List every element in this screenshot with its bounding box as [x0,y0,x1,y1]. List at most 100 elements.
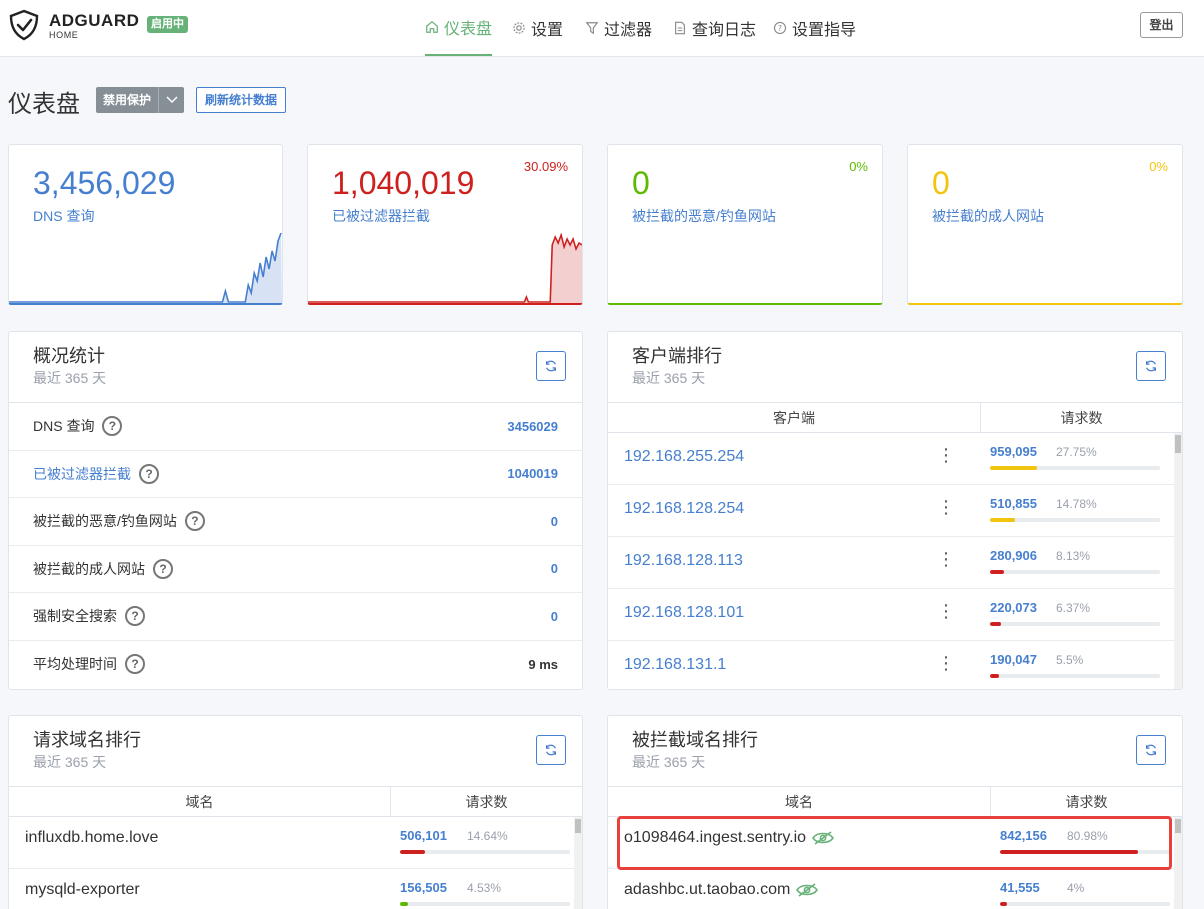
top-header: ADGUARD HOME 启用中 仪表盘 设置 过滤器 查询日志 ? 设置指导 … [0,0,1204,57]
row-value[interactable]: 0 [551,561,558,576]
request-count[interactable]: 506,101 [400,828,447,843]
scrollbar-thumb[interactable] [1175,435,1181,453]
row-label: 被拦截的成人网站 [33,560,145,577]
nav-filters[interactable]: 过滤器 [585,0,652,56]
request-count[interactable]: 280,906 [990,548,1037,563]
progress-bar [1000,902,1170,906]
table-header: 域名 请求数 [608,787,1182,817]
client-ip-link[interactable]: 192.168.255.254 [624,448,744,466]
brand-subtitle: HOME [49,30,79,40]
client-ip-link[interactable]: 192.168.128.254 [624,500,744,518]
request-count[interactable]: 190,047 [990,652,1037,667]
help-icon[interactable]: ? [125,654,145,675]
logout-button[interactable]: 登出 [1140,12,1183,38]
table-row: 192.168.128.113 ⋮ 280,906 8.13% [608,537,1182,589]
progress-fill [990,466,1038,470]
request-count[interactable]: 41,555 [1000,880,1040,895]
summary-row-malware: 被拦截的恶意/钓鱼网站? 0 [9,498,582,546]
domain-name[interactable]: mysqld-exporter [25,881,140,899]
request-count[interactable]: 959,095 [990,444,1037,459]
refresh-icon [546,744,556,756]
eye-off-icon[interactable] [796,882,819,898]
stat-value: 0 [632,165,650,201]
help-icon[interactable]: ? [184,511,205,532]
gear-icon [513,22,525,34]
column-header-domain[interactable]: 域名 [608,787,991,816]
client-ip-link[interactable]: 192.168.128.101 [624,604,744,622]
blocked-domain-name[interactable]: adashbc.ut.taobao.com [624,881,790,899]
request-percent: 5.5% [1056,653,1084,667]
table-row: 192.168.128.101 ⋮ 220,073 6.37% [608,589,1182,641]
filtered-sparkline [308,233,582,303]
summary-row-adult: 被拦截的成人网站? 0 [9,546,582,593]
stat-percent: 0% [849,159,868,174]
refresh-icon [1146,360,1156,372]
table-row: 192.168.131.1 ⋮ 190,047 5.5% [608,641,1182,689]
scrollbar[interactable] [1174,817,1182,909]
refresh-button[interactable] [1136,735,1166,765]
domains-table: 域名 请求数 influxdb.home.love 506,101 14.64% my… [9,786,582,909]
adguard-shield-logo[interactable] [8,9,40,41]
refresh-button[interactable] [1136,351,1166,381]
request-percent: 6.37% [1056,601,1091,615]
scrollbar-thumb[interactable] [1175,819,1181,833]
column-header-domain[interactable]: 域名 [9,787,391,816]
summary-row-avg-time: 平均处理时间? 9 ms [9,641,582,689]
disable-protection-label: 禁用保护 [103,93,152,107]
row-value[interactable]: 0 [551,514,558,529]
panel-subtitle: 最近 365 天 [33,370,107,386]
help-icon[interactable]: ? [125,606,145,627]
refresh-button[interactable] [536,351,566,381]
column-header-requests[interactable]: 请求数 [981,403,1182,432]
request-count[interactable]: 220,073 [990,600,1037,615]
summary-panel: 概况统计 最近 365 天 DNS 查询? 3456029 已被过滤器拦截? 1… [8,331,583,690]
stat-card-adult: 0 被拦截的成人网站 0% [907,144,1183,305]
request-percent: 14.78% [1056,497,1097,511]
progress-bar [990,622,1160,626]
summary-list: DNS 查询? 3456029 已被过滤器拦截? 1040019 被拦截的恶意/… [9,402,582,689]
chevron-down-icon[interactable] [158,87,184,113]
column-header-requests[interactable]: 请求数 [391,787,582,816]
progress-bar [990,518,1160,522]
table-row: 192.168.128.254 ⋮ 510,855 14.78% [608,485,1182,537]
nav-setup-guide[interactable]: ? 设置指导 [773,0,856,56]
more-options-icon[interactable]: ⋮ [937,601,955,622]
more-options-icon[interactable]: ⋮ [937,445,955,466]
row-value[interactable]: 3456029 [507,419,558,434]
row-label-link[interactable]: 已被过滤器拦截 [33,464,131,484]
disable-protection-button[interactable]: 禁用保护 [96,87,185,113]
more-options-icon[interactable]: ⋮ [937,497,955,518]
nav-settings[interactable]: 设置 [512,0,563,56]
domain-name[interactable]: influxdb.home.love [25,829,158,847]
panel-subtitle: 最近 365 天 [632,370,706,386]
summary-row-dns-queries: DNS 查询? 3456029 [9,403,582,451]
row-label: 强制安全搜索 [33,608,117,625]
scrollbar-thumb[interactable] [575,819,581,833]
refresh-button[interactable] [536,735,566,765]
document-icon [675,21,685,35]
row-value[interactable]: 1040019 [507,466,558,481]
request-count[interactable]: 510,855 [990,496,1037,511]
column-header-requests[interactable]: 请求数 [991,787,1182,816]
scrollbar[interactable] [574,817,582,909]
request-count[interactable]: 156,505 [400,880,447,895]
help-icon[interactable]: ? [102,416,123,437]
more-options-icon[interactable]: ⋮ [937,653,955,674]
refresh-statistics-button[interactable]: 刷新统计数据 [196,87,287,113]
client-ip-link[interactable]: 192.168.128.113 [624,552,743,570]
nav-query-log[interactable]: 查询日志 [673,0,756,56]
more-options-icon[interactable]: ⋮ [937,549,955,570]
help-icon[interactable]: ? [139,463,159,484]
progress-bar [990,570,1160,574]
column-header-client[interactable]: 客户端 [608,403,981,432]
row-value: 9 ms [528,656,558,672]
scrollbar[interactable] [1174,433,1182,689]
client-ip-link[interactable]: 192.168.131.1 [624,656,726,674]
top-domains-panel: 请求域名排行 最近 365 天 域名 请求数 influxdb.home.lov… [8,715,583,909]
help-icon[interactable]: ? [153,558,173,579]
request-percent: 14.64% [467,829,508,843]
row-value[interactable]: 0 [551,609,558,624]
nav-dashboard[interactable]: 仪表盘 [425,0,493,56]
row-label: 被拦截的恶意/钓鱼网站 [33,513,177,530]
request-percent: 27.75% [1056,445,1097,459]
